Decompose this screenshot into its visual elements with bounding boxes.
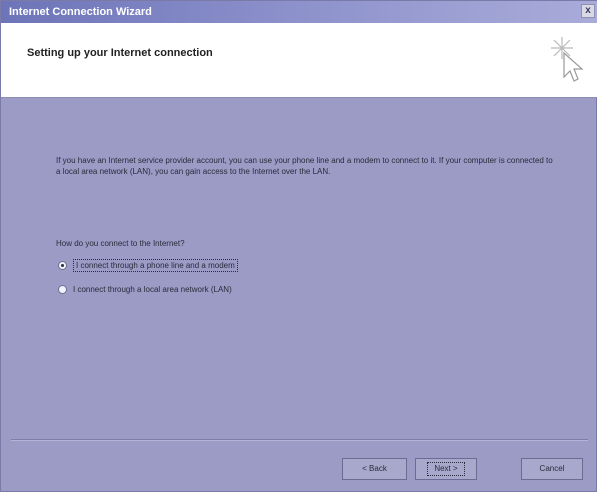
lan-option[interactable]: I connect through a local area network (… (58, 281, 232, 297)
wizard-sparkle-cursor-icon (551, 37, 584, 82)
cancel-button[interactable]: Cancel (521, 458, 583, 480)
footer-divider (11, 439, 588, 441)
window-title: Internet Connection Wizard (9, 6, 152, 18)
wizard-header: Setting up your Internet connection (1, 23, 597, 98)
radio-button-selected[interactable] (58, 260, 67, 270)
connection-question: How do you connect to the Internet? (56, 239, 185, 248)
wizard-window: Internet Connection Wizard x Setting up … (0, 0, 597, 492)
page-title: Setting up your Internet connection (27, 47, 213, 59)
next-button[interactable]: Next > (415, 458, 477, 480)
intro-text: If you have an Internet service provider… (56, 156, 553, 176)
next-button-label: Next > (427, 462, 465, 476)
close-button[interactable]: x (581, 4, 595, 18)
phone-modem-label[interactable]: I connect through a phone line and a mod… (73, 258, 238, 272)
lan-label[interactable]: I connect through a local area network (… (73, 285, 232, 294)
close-icon: x (585, 5, 591, 16)
phone-modem-option[interactable]: I connect through a phone line and a mod… (58, 257, 238, 273)
back-button[interactable]: < Back (342, 458, 407, 480)
title-bar[interactable]: Internet Connection Wizard x (1, 1, 597, 23)
radio-button[interactable] (58, 284, 67, 294)
